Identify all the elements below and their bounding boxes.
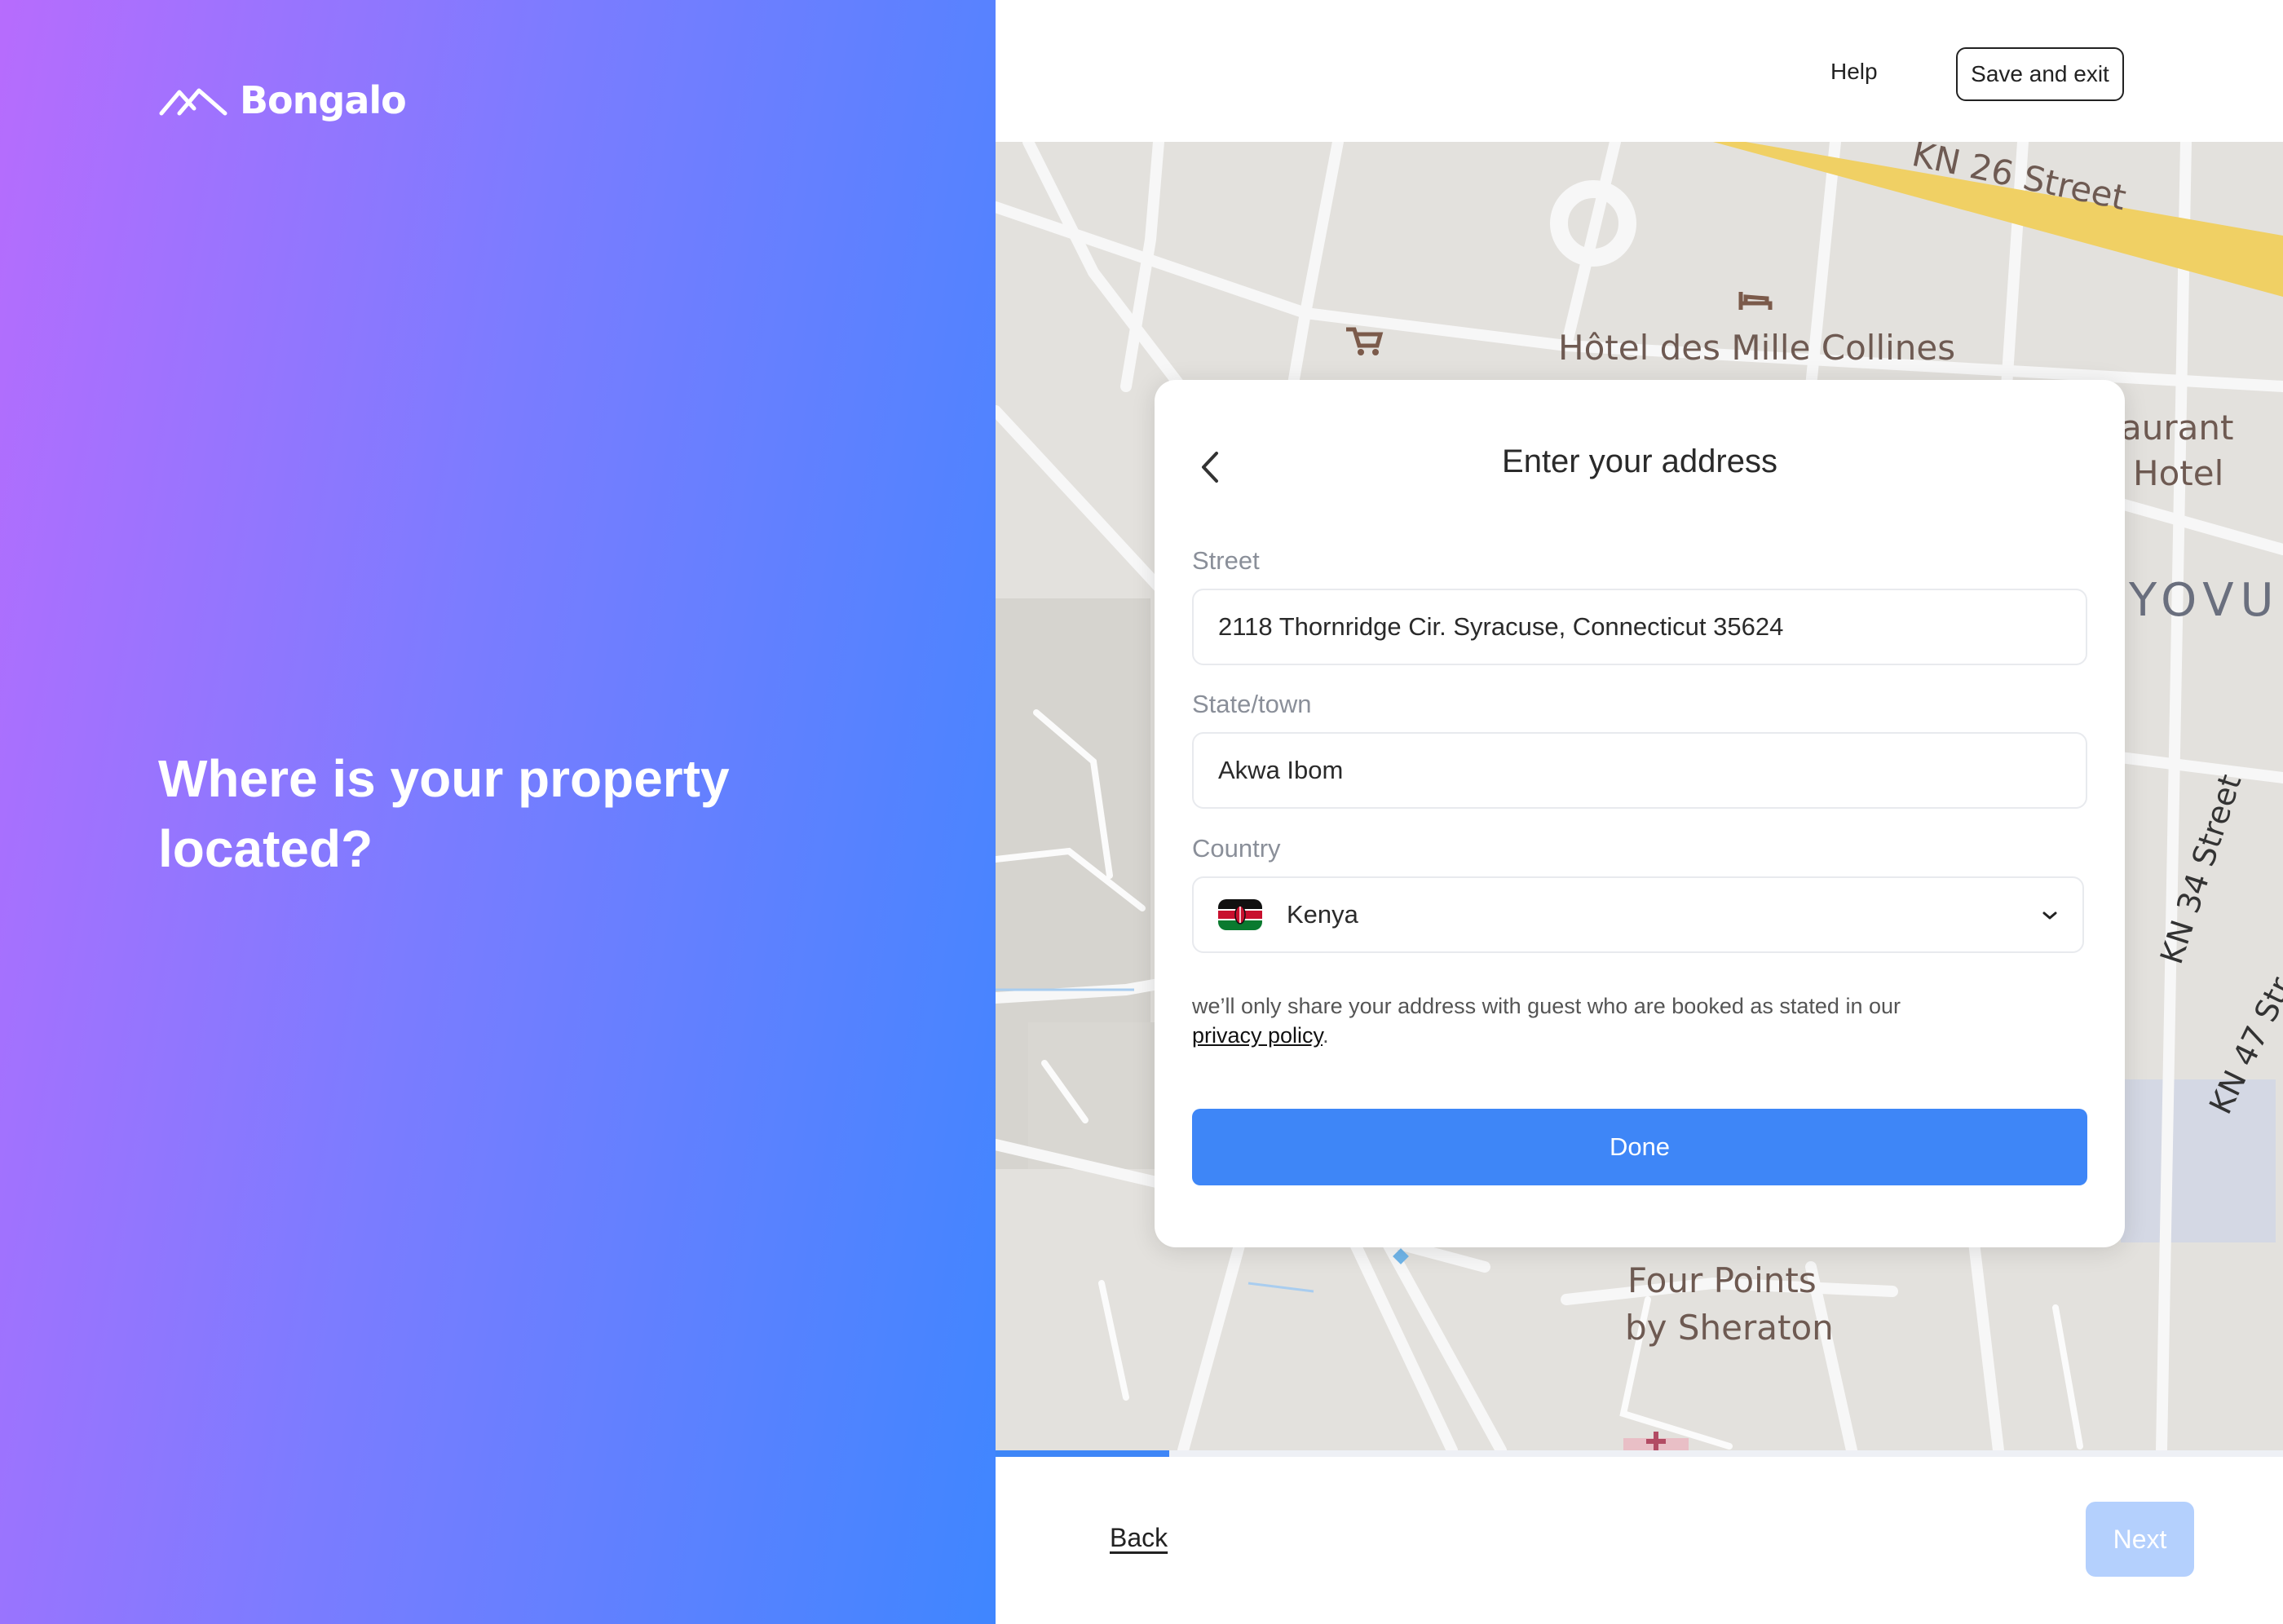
- top-bar: Help Save and exit: [996, 0, 2283, 142]
- map-label-hotel-des-mille-collines: Hôtel des Mille Collines: [1558, 328, 1956, 368]
- map-label-kiyovu: YOVU: [2129, 574, 2281, 627]
- next-button[interactable]: Next: [2086, 1502, 2194, 1577]
- modal-title: Enter your address: [1502, 444, 1777, 479]
- country-label: Country: [1192, 834, 1281, 863]
- street-value: 2118 Thornridge Cir. Syracuse, Connectic…: [1218, 612, 1784, 641]
- brand-name: Bongalo: [240, 78, 407, 122]
- state-label: State/town: [1192, 690, 1312, 718]
- street-input[interactable]: 2118 Thornridge Cir. Syracuse, Connectic…: [1192, 589, 2087, 665]
- privacy-note-period: .: [1323, 1023, 1329, 1048]
- street-label: Street: [1192, 546, 1260, 575]
- help-link[interactable]: Help: [1830, 59, 1878, 85]
- save-and-exit-button[interactable]: Save and exit: [1956, 47, 2124, 101]
- map-label-hotel: Hotel: [2133, 453, 2224, 493]
- state-input[interactable]: Akwa Ibom: [1192, 732, 2087, 809]
- brand-logo[interactable]: Bongalo: [158, 78, 407, 122]
- house-roof-icon: [159, 88, 227, 116]
- page-headline: Where is your property located?: [158, 749, 730, 878]
- progress-fill: [996, 1450, 1170, 1457]
- chevron-down-icon: [2042, 911, 2057, 920]
- privacy-note-text: we’ll only share your address with guest…: [1192, 994, 1901, 1018]
- progress-bar: [996, 1450, 2283, 1457]
- map-label-by-sheraton: by Sheraton: [1625, 1308, 1834, 1348]
- map-label-four-points: Four Points: [1627, 1260, 1817, 1300]
- done-button[interactable]: Done: [1192, 1109, 2087, 1185]
- state-value: Akwa Ibom: [1218, 756, 1344, 784]
- kenya-flag-icon: [1218, 899, 1262, 930]
- privacy-note: we’ll only share your address with guest…: [1192, 991, 2087, 1050]
- country-value: Kenya: [1287, 900, 1358, 929]
- country-select[interactable]: Kenya: [1192, 876, 2084, 953]
- left-panel: Bongalo Where is your property located?: [0, 0, 996, 1624]
- privacy-policy-link[interactable]: privacy policy: [1192, 1023, 1323, 1048]
- address-modal: Enter your address Street 2118 Thornridg…: [1155, 380, 2125, 1247]
- map-label-restaurant: aurant: [2121, 408, 2234, 448]
- back-link[interactable]: Back: [1110, 1523, 1168, 1553]
